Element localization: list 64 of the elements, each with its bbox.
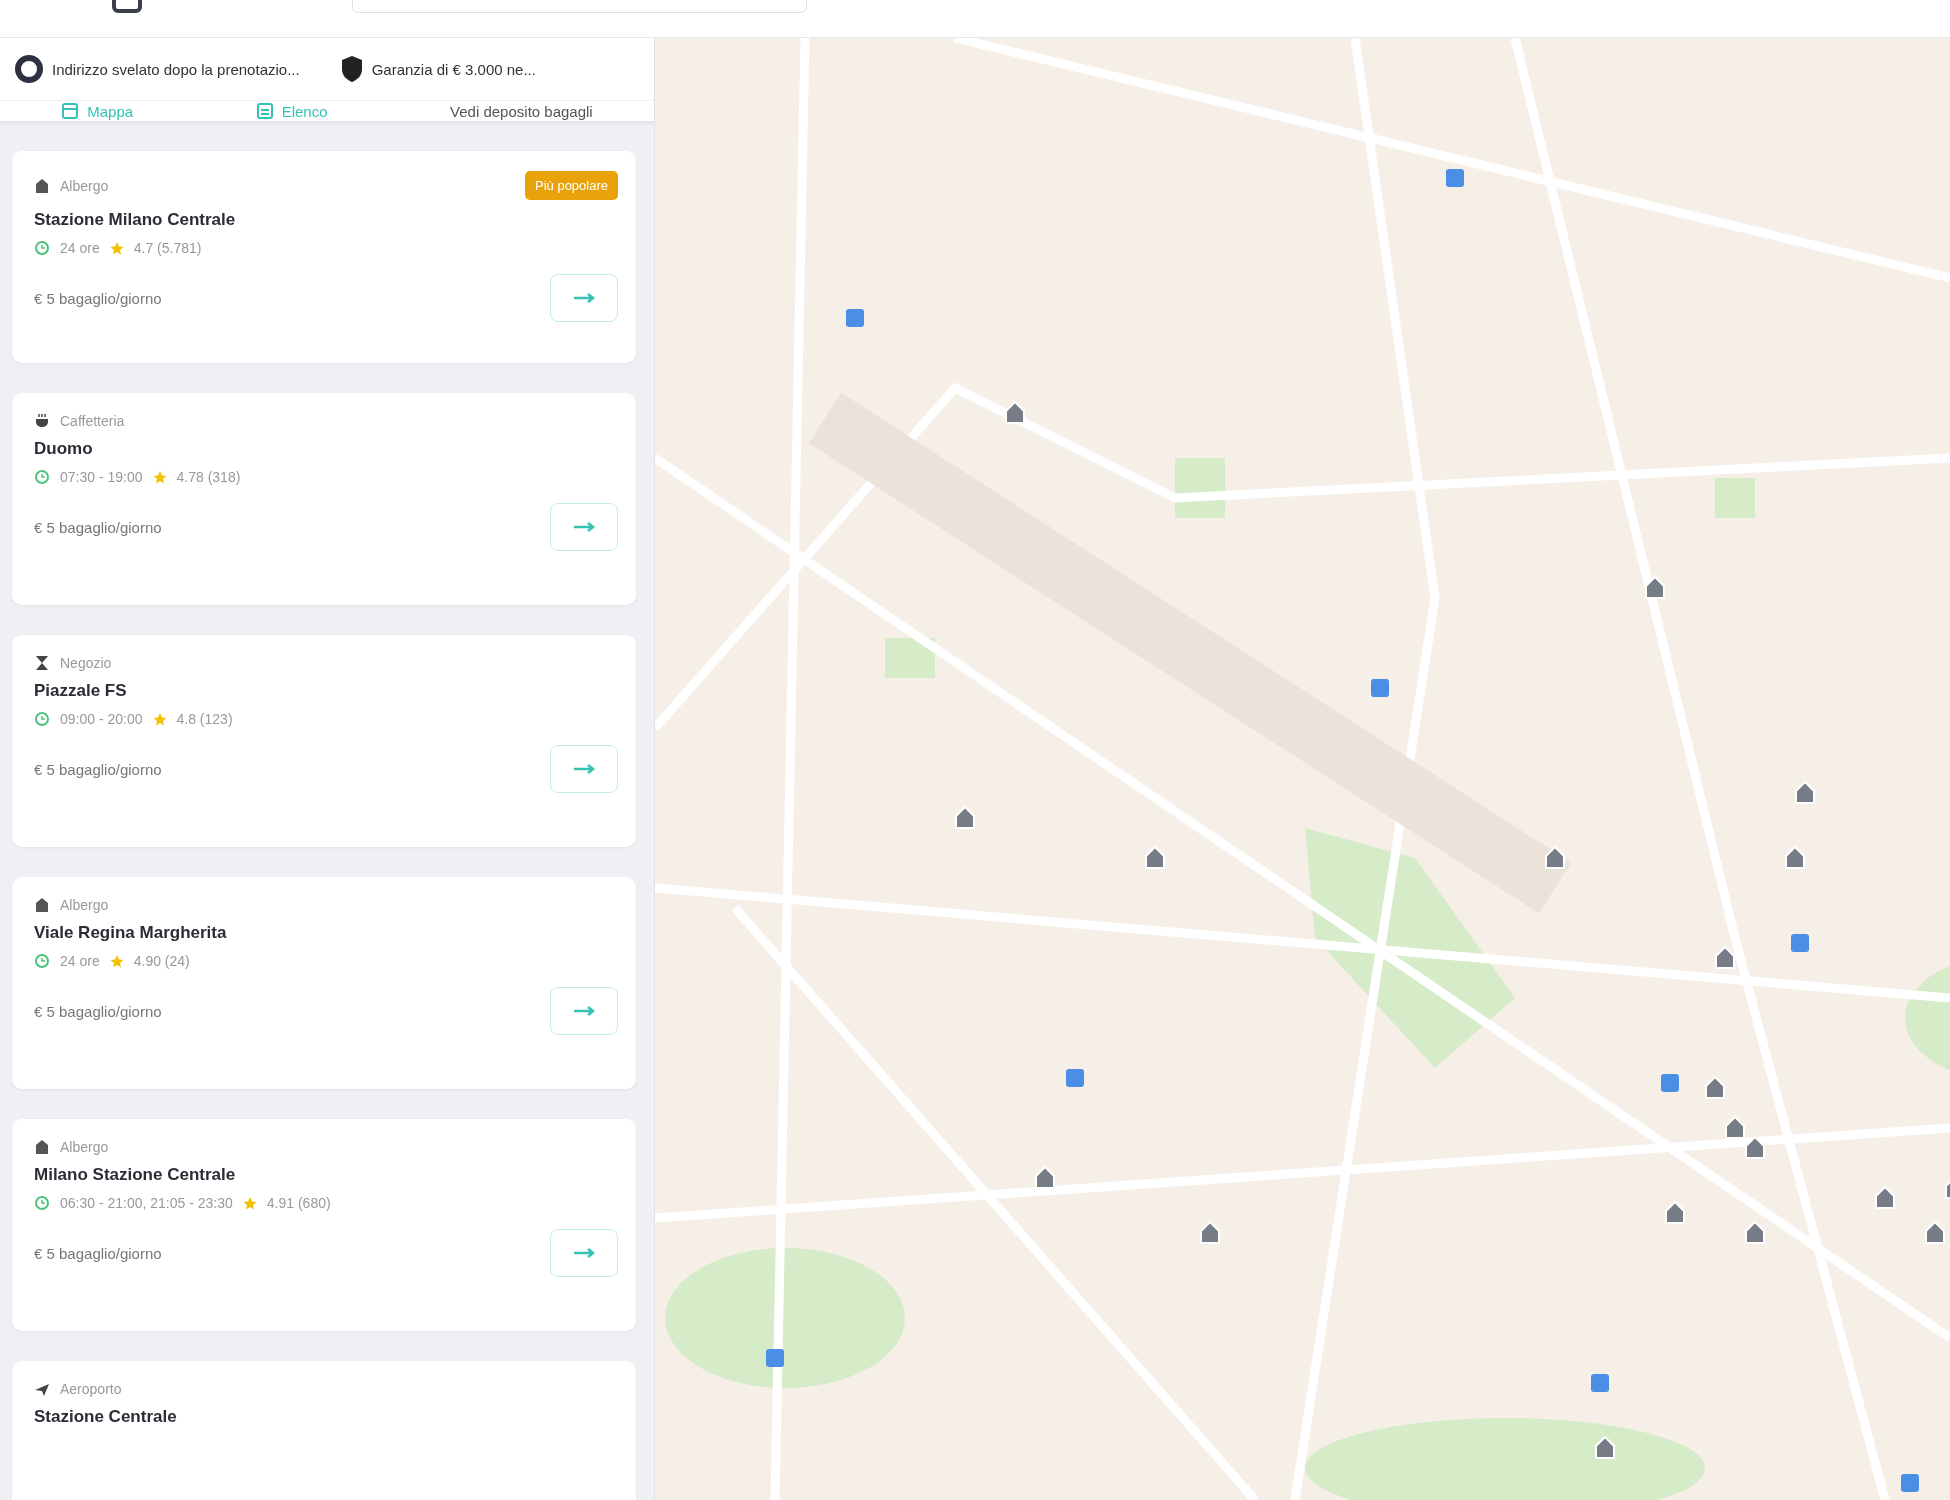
arrow-right-icon [573,1006,595,1016]
opening-hours: 06:30 - 21:00, 21:05 - 23:30 [60,1195,233,1211]
opening-hours: 24 ore [60,240,100,256]
clock-icon [34,953,50,969]
place-card[interactable]: Negozio Piazzale FS 09:00 - 20:00 4.8 (123) € 5 bagaglio/giorno [12,635,636,847]
price-text: € 5 bagaglio/giorno [34,1244,162,1262]
info-text: Indirizzo svelato dopo la prenotazio... [52,60,300,78]
opening-hours: 09:00 - 20:00 [60,711,143,727]
pin-ring-icon [14,54,44,84]
arrow-right-icon [573,522,595,532]
category-label: Negozio [60,655,112,671]
place-name: Milano Stazione Centrale [34,1165,237,1185]
place-card[interactable]: Caffetteria Duomo 07:30 - 19:00 4.78 (318) € 5 bagaglio/giorno [12,393,636,605]
tab[interactable]: Vedi deposito bagagli [444,101,599,121]
price-text: € 5 bagaglio/giorno [34,1002,162,1020]
airplane-icon [34,1381,50,1397]
building-icon [34,1139,50,1155]
category-label: Aeroporto [60,1381,122,1397]
clock-icon [34,711,50,727]
cup-icon [34,413,50,429]
category-label: Caffetteria [60,413,125,429]
list-icon [255,102,274,120]
place-card[interactable]: Albergo Milano Stazione Centrale 06:30 - 21:00, 21:05 - 23:30 4.91 (680) € 5 bagaglio/giorno [12,1119,636,1331]
price-text: € 5 bagaglio/giorno [34,760,162,778]
info-text: Garanzia di € 3.000 ne... [371,60,536,78]
building-icon [34,177,50,194]
opening-hours: 24 ore [60,953,100,969]
building-icon [34,897,50,913]
map-icon [61,102,80,120]
star-icon [109,954,124,968]
star-icon [152,470,167,484]
star-icon [152,712,167,726]
popular-badge: Più popolare [525,171,618,200]
hourglass-icon [34,655,50,671]
clock-icon [34,469,50,485]
price-text: € 5 bagaglio/giorno [34,518,162,536]
shield-icon [339,54,364,84]
opening-hours: 07:30 - 19:00 [60,469,143,485]
place-card[interactable]: Albergo Viale Regina Margherita 24 ore 4.90 (24) € 5 bagaglio/giorno [12,877,636,1089]
clock-icon [34,1195,50,1211]
place-name: Viale Regina Margherita [34,923,228,943]
place-name: Piazzale FS [34,681,128,701]
arrow-right-icon [573,1248,595,1258]
category-label: Albergo [60,177,109,194]
rating-text: 4.78 (318) [176,469,241,485]
clock-icon [34,240,50,256]
rating-text: 4.7 (5.781) [133,240,202,256]
rating-text: 4.91 (680) [266,1195,331,1211]
star-icon [109,241,124,255]
place-name: Stazione Milano Centrale [34,210,237,230]
arrow-right-icon [573,764,595,774]
place-name: Duomo [34,439,94,459]
price-text: € 5 bagaglio/giorno [34,289,162,307]
park-area [885,638,935,678]
category-label: Albergo [60,897,109,913]
rating-text: 4.90 (24) [133,953,190,969]
place-card[interactable]: Albergo Più popolare Stazione Milano Centrale 24 ore 4.7 (5.781) € 5 bagaglio/giorno [12,151,636,363]
park-area [1715,478,1755,518]
category-label: Albergo [60,1139,109,1155]
place-name: Stazione Centrale [34,1407,178,1427]
star-icon [242,1196,257,1210]
arrow-right-icon [573,293,595,303]
place-card[interactable]: Aeroporto Stazione Centrale [12,1361,636,1500]
rating-text: 4.8 (123) [176,711,233,727]
